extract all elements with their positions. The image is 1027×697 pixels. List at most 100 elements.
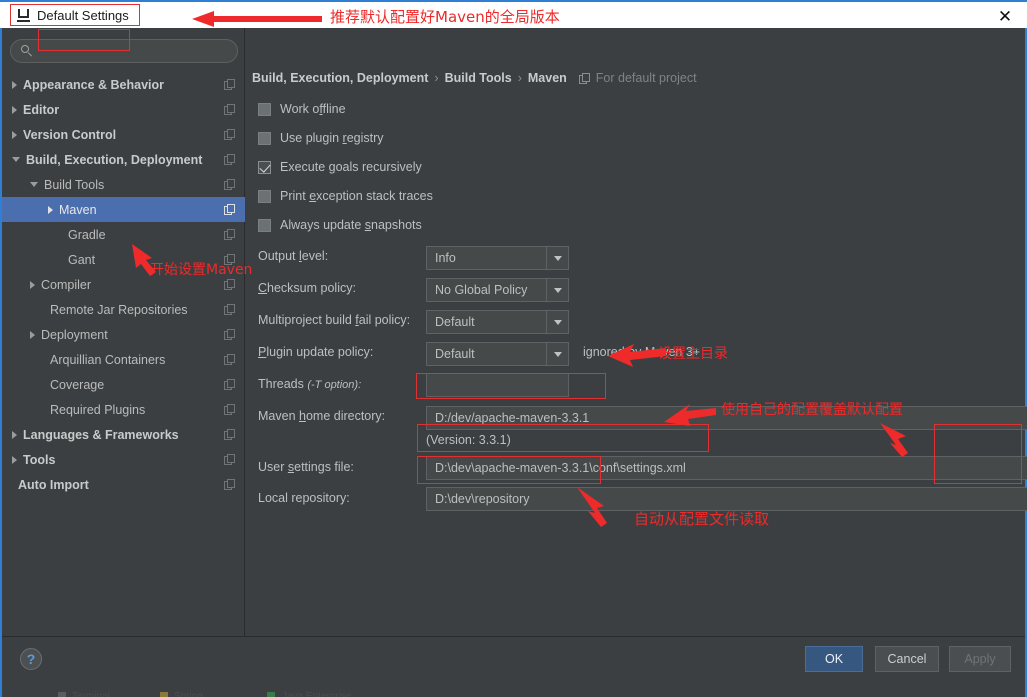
copy-settings-icon[interactable]: [224, 404, 235, 415]
sidebar-item-tools[interactable]: Tools: [2, 447, 245, 472]
label-post: oals recursively: [335, 160, 422, 174]
copy-settings-icon[interactable]: [224, 279, 235, 290]
checkbox-row-work-offline[interactable]: Work offline: [258, 102, 346, 116]
label-mnemonic: h: [299, 409, 306, 423]
copy-settings-icon[interactable]: [224, 104, 235, 115]
sidebar-item-languages-frameworks[interactable]: Languages & Frameworks: [2, 422, 245, 447]
sidebar-item-appearance-behavior[interactable]: Appearance & Behavior: [2, 72, 245, 97]
search-input[interactable]: [42, 42, 236, 62]
label-pre: Execute: [280, 160, 329, 174]
field-label-plugin_update: Plugin update policy:: [258, 345, 373, 359]
breadcrumb-scope-label: For default project: [595, 71, 697, 85]
label-pre: Work o: [280, 102, 320, 116]
sidebar-item-remote-jar-repositories[interactable]: Remote Jar Repositories: [2, 297, 245, 322]
label-pre: Always update: [280, 218, 365, 232]
sidebar-item-label: Editor: [23, 102, 60, 117]
sidebar-item-maven[interactable]: Maven: [2, 197, 245, 222]
sidebar-item-coverage[interactable]: Coverage: [2, 372, 245, 397]
checkbox-row-execute-goals-recursively[interactable]: Execute goals recursively: [258, 160, 422, 174]
combobox-checksum_policy[interactable]: No Global Policy: [426, 278, 569, 302]
combobox-plugin_update[interactable]: Default: [426, 342, 569, 366]
checkbox-label: Always update snapshots: [280, 218, 422, 232]
chevron-down-icon[interactable]: [546, 279, 568, 301]
sidebar-item-deployment[interactable]: Deployment: [2, 322, 245, 347]
sidebar-item-arquillian-containers[interactable]: Arquillian Containers: [2, 347, 245, 372]
status-icon-1: [58, 692, 66, 697]
sidebar-item-label: Maven: [59, 202, 97, 217]
label-post: egistry: [346, 131, 384, 145]
chevron-down-icon[interactable]: [546, 343, 568, 365]
copy-settings-icon[interactable]: [224, 129, 235, 140]
copy-settings-icon[interactable]: [224, 329, 235, 340]
copy-settings-icon[interactable]: [224, 304, 235, 315]
checkbox-unchecked-icon[interactable]: [258, 218, 271, 232]
field-label-maven_home: Maven home directory:: [258, 409, 385, 423]
textfield-threads[interactable]: [426, 373, 569, 397]
settings-dialog: Appearance & Behavior Editor Version Contr…: [0, 28, 1027, 682]
search-field[interactable]: [10, 39, 238, 63]
copy-settings-icon[interactable]: [224, 79, 235, 90]
combobox-output_level[interactable]: Info: [426, 246, 569, 270]
sidebar-item-required-plugins[interactable]: Required Plugins: [2, 397, 245, 422]
checkbox-unchecked-icon[interactable]: [258, 102, 271, 116]
sidebar-item-editor[interactable]: Editor: [2, 97, 245, 122]
window-title: Default Settings: [37, 7, 129, 23]
sidebar-item-build-execution-deployment[interactable]: Build, Execution, Deployment: [2, 147, 245, 172]
copy-settings-icon[interactable]: [224, 154, 235, 165]
chevron-down-icon[interactable]: [546, 247, 568, 269]
combobox-value: No Global Policy: [435, 283, 528, 297]
window-title-chip: Default Settings: [10, 4, 140, 26]
checkbox-label: Use plugin registry: [280, 131, 384, 145]
chevron-right-icon: [12, 130, 17, 139]
sidebar-item-label: Deployment: [41, 327, 108, 342]
checkbox-row-use-plugin-registry[interactable]: Use plugin registry: [258, 131, 384, 145]
chevron-down-icon[interactable]: [546, 311, 568, 333]
label-pre: Multiproject build: [258, 313, 356, 327]
breadcrumb-part-3: Maven: [527, 71, 567, 85]
sidebar-item-label: Build Tools: [44, 177, 105, 192]
copy-settings-icon[interactable]: [224, 429, 235, 440]
ok-button[interactable]: OK: [805, 646, 863, 672]
label-post: evel:: [301, 249, 329, 263]
checkbox-unchecked-icon[interactable]: [258, 189, 271, 203]
sidebar-item-label: Appearance & Behavior: [23, 77, 165, 92]
close-icon[interactable]: ✕: [995, 6, 1015, 26]
copy-settings-icon[interactable]: [224, 179, 235, 190]
chevron-right-icon: [12, 80, 17, 89]
sidebar-item-version-control[interactable]: Version Control: [2, 122, 245, 147]
combobox-value: Default: [435, 315, 475, 329]
sidebar-item-auto-import[interactable]: Auto Import: [2, 472, 245, 497]
copy-settings-icon[interactable]: [224, 229, 235, 240]
label-post: hecksum policy:: [267, 281, 356, 295]
sidebar-item-label: Coverage: [50, 377, 105, 392]
copy-settings-icon[interactable]: [224, 204, 235, 215]
checkbox-row-print-exception-stack-traces[interactable]: Print exception stack traces: [258, 189, 433, 203]
label-pre: Output: [258, 249, 299, 263]
textfield-user_settings[interactable]: D:\dev\apache-maven-3.3.1\conf\settings.…: [426, 456, 1027, 480]
sidebar-item-label: Auto Import: [18, 477, 89, 492]
chevron-right-icon: [30, 330, 35, 339]
sidebar-item-gradle[interactable]: Gradle: [2, 222, 245, 247]
combobox-multiproject_fail[interactable]: Default: [426, 310, 569, 334]
sidebar-item-build-tools[interactable]: Build Tools: [2, 172, 245, 197]
checkbox-checked-icon[interactable]: [258, 160, 271, 174]
sidebar-item-label: Arquillian Containers: [50, 352, 166, 367]
help-button[interactable]: ?: [20, 648, 42, 670]
checkbox-row-always-update-snapshots[interactable]: Always update snapshots: [258, 218, 422, 232]
status-icon-2: [160, 692, 168, 697]
checkbox-label: Work offline: [280, 102, 346, 116]
label-post: ome directory:: [305, 409, 386, 423]
sidebar-item-label: Remote Jar Repositories: [50, 302, 188, 317]
copy-settings-icon[interactable]: [224, 454, 235, 465]
dialog-button-bar: ? OK Cancel Apply: [2, 636, 1025, 680]
apply-button[interactable]: Apply: [949, 646, 1011, 672]
annotation-top-text: 推荐默认配置好Maven的全局版本: [330, 8, 560, 26]
label-pre: Print: [280, 189, 310, 203]
sidebar-item-label: Required Plugins: [50, 402, 146, 417]
copy-settings-icon[interactable]: [224, 479, 235, 490]
cancel-button[interactable]: Cancel: [875, 646, 939, 672]
sidebar-item-label: Gradle: [68, 227, 106, 242]
checkbox-unchecked-icon[interactable]: [258, 131, 271, 145]
copy-settings-icon[interactable]: [224, 354, 235, 365]
copy-settings-icon[interactable]: [224, 379, 235, 390]
